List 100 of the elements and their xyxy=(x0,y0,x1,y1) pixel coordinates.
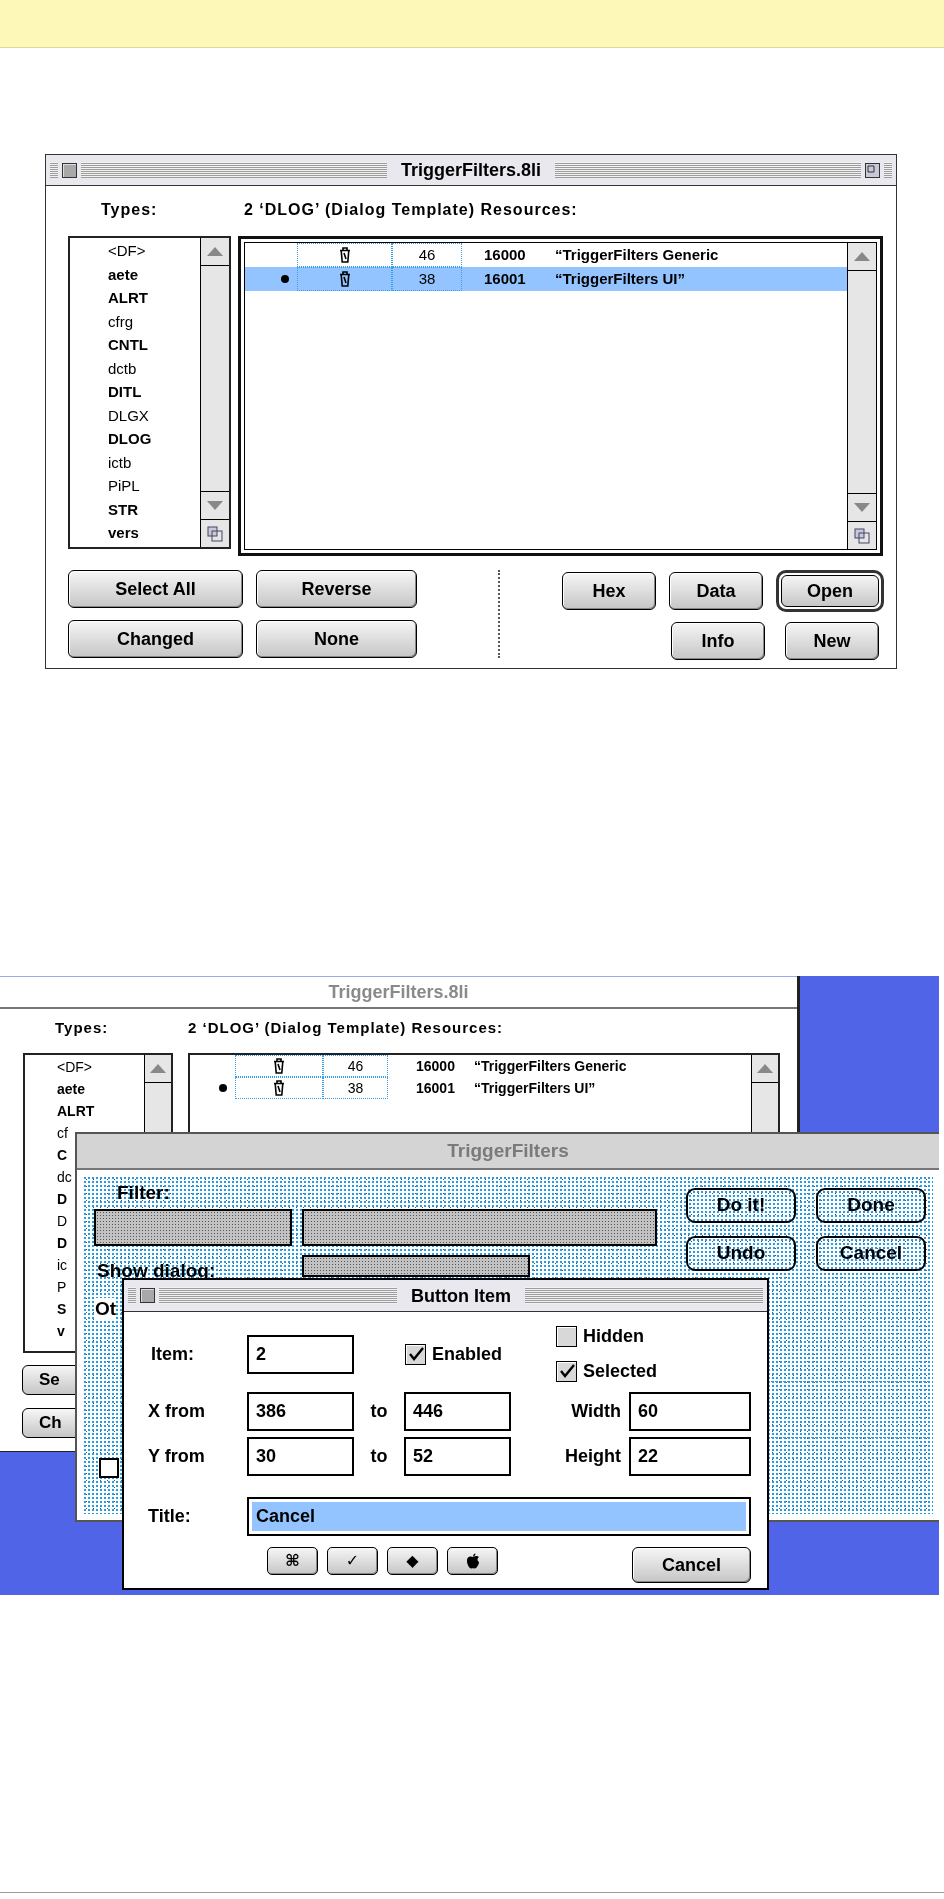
text-field[interactable]: 60 xyxy=(629,1392,751,1431)
bullet-icon xyxy=(281,275,289,283)
checkbox-label: Selected xyxy=(583,1360,658,1383)
resource-row[interactable]: 38 16001 “TriggerFilters UI” xyxy=(245,267,847,291)
text-field[interactable]: 446 xyxy=(404,1392,511,1431)
type-list-item[interactable]: ic xyxy=(57,1254,68,1276)
checkbox[interactable] xyxy=(556,1326,577,1347)
type-list-item[interactable]: cf xyxy=(57,1122,68,1144)
type-list-item[interactable]: DLOG xyxy=(70,427,200,451)
close-box[interactable] xyxy=(140,1288,155,1303)
resource-name: “TriggerFilters UI” xyxy=(555,268,686,289)
button-item[interactable]: Do it! xyxy=(686,1188,796,1223)
type-list-item[interactable]: D xyxy=(57,1232,68,1254)
field-label: Y from xyxy=(148,1446,205,1466)
type-list-item[interactable]: vers xyxy=(70,521,200,545)
type-list-item[interactable]: ALRT xyxy=(70,286,200,310)
types-label: Types: xyxy=(55,1018,109,1036)
type-list-item[interactable]: ALRT xyxy=(57,1100,95,1122)
type-list-item[interactable]: aete xyxy=(57,1078,86,1100)
cancel-button[interactable]: Cancel xyxy=(632,1547,751,1583)
type-list-item[interactable]: DITL xyxy=(70,380,200,404)
button-item[interactable]: Cancel xyxy=(816,1236,926,1271)
edit-text-item[interactable] xyxy=(302,1209,657,1246)
field-label: X from xyxy=(148,1401,205,1421)
check-mark-icon xyxy=(558,1364,575,1379)
title-stripes xyxy=(50,162,58,178)
symbol-button[interactable]: ✓ xyxy=(327,1547,378,1575)
checkbox-label: Enabled xyxy=(432,1342,502,1366)
push-button[interactable]: New xyxy=(785,622,879,660)
text-field[interactable]: 22 xyxy=(629,1437,751,1476)
type-list-item[interactable]: cfrg xyxy=(70,309,200,333)
push-button[interactable]: Reverse xyxy=(256,570,417,608)
type-list-item[interactable]: dctb xyxy=(70,356,200,380)
zoom-box-icon[interactable] xyxy=(865,162,880,178)
push-button[interactable]: Data xyxy=(669,572,763,610)
type-list-item[interactable]: PiPL xyxy=(70,474,200,498)
resource-size: 38 xyxy=(347,1078,364,1098)
static-text-item[interactable]: Ot xyxy=(95,1298,117,1320)
type-list-item[interactable]: S xyxy=(57,1298,67,1320)
title-stripes xyxy=(884,162,892,178)
push-button[interactable]: Changed xyxy=(68,620,243,658)
resize-icon[interactable] xyxy=(207,525,223,542)
resource-id: 16000 xyxy=(415,1056,456,1076)
window-title: TriggerFilters.8li xyxy=(400,161,543,179)
text-field[interactable]: 52 xyxy=(404,1437,511,1476)
push-button[interactable]: Hex xyxy=(562,572,656,610)
window-title: TriggerFilters.8li xyxy=(328,980,469,1004)
edit-text-item[interactable] xyxy=(94,1209,292,1246)
type-list-item[interactable]: D xyxy=(57,1210,68,1232)
resource-row[interactable]: 38 16001 “TriggerFilters UI” xyxy=(190,1077,751,1099)
resize-icon[interactable] xyxy=(854,527,870,544)
resource-size: 46 xyxy=(347,1056,364,1076)
type-list-item[interactable]: DLGX xyxy=(70,403,200,427)
text-field[interactable]: 30 xyxy=(247,1437,354,1476)
resource-id: 16001 xyxy=(483,268,527,289)
type-list-item[interactable]: dc xyxy=(57,1166,72,1188)
type-list-item[interactable]: P xyxy=(57,1276,67,1298)
field-label: Height xyxy=(565,1445,621,1468)
bullet-icon xyxy=(219,1084,227,1092)
type-list-item[interactable]: v xyxy=(57,1320,65,1342)
symbol-button[interactable] xyxy=(447,1547,498,1575)
button-item[interactable]: Undo xyxy=(686,1236,796,1271)
close-box[interactable] xyxy=(62,162,77,178)
text-field[interactable]: 2 xyxy=(247,1334,354,1374)
button-item[interactable]: Done xyxy=(816,1188,926,1223)
type-list-item[interactable]: CNTL xyxy=(70,333,200,357)
field-label: Item: xyxy=(151,1343,194,1364)
resource-name: “TriggerFilters Generic xyxy=(555,244,719,265)
resource-row[interactable]: 46 16000 “TriggerFilters Generic xyxy=(190,1055,751,1077)
checkbox[interactable] xyxy=(405,1343,426,1365)
symbol-button[interactable]: ◆ xyxy=(387,1547,438,1575)
type-list-item[interactable]: STR xyxy=(70,497,200,521)
static-text-item[interactable]: Filter: xyxy=(117,1182,170,1204)
field-label: Title: xyxy=(148,1506,191,1526)
popup-item[interactable] xyxy=(302,1255,530,1277)
type-list-item[interactable]: D xyxy=(57,1188,68,1210)
type-list-item[interactable]: aete xyxy=(70,262,200,286)
scroll-down-arrow-icon[interactable] xyxy=(854,503,870,512)
push-button[interactable]: None xyxy=(256,620,417,658)
title-field[interactable]: Cancel xyxy=(247,1497,751,1536)
text-field[interactable]: 386 xyxy=(247,1392,354,1431)
scroll-up-arrow-icon[interactable] xyxy=(150,1064,166,1073)
resources-label: 2 ‘DLOG’ (Dialog Template) Resources: xyxy=(188,1017,504,1038)
push-button[interactable]: Info xyxy=(671,622,765,660)
scroll-up-arrow-icon[interactable] xyxy=(207,247,223,256)
scroll-up-arrow-icon[interactable] xyxy=(854,252,870,261)
type-list-item[interactable]: <DF> xyxy=(70,239,200,263)
type-list-item[interactable]: ictb xyxy=(70,450,200,474)
type-list-item[interactable]: <DF> xyxy=(57,1056,92,1078)
checkbox[interactable] xyxy=(556,1361,577,1382)
type-list-item[interactable]: C xyxy=(57,1144,68,1166)
resources-label: 2 ‘DLOG’ (Dialog Template) Resources: xyxy=(244,200,578,220)
symbol-button[interactable]: ⌘ xyxy=(267,1547,318,1575)
scroll-up-arrow-icon[interactable] xyxy=(757,1064,773,1073)
resource-size: 38 xyxy=(418,268,436,289)
scroll-down-arrow-icon[interactable] xyxy=(207,501,223,510)
push-button[interactable]: Select All xyxy=(68,570,243,608)
checkbox-item[interactable] xyxy=(99,1458,119,1478)
field-label: to xyxy=(370,1445,388,1468)
default-button[interactable]: Open xyxy=(776,570,884,612)
